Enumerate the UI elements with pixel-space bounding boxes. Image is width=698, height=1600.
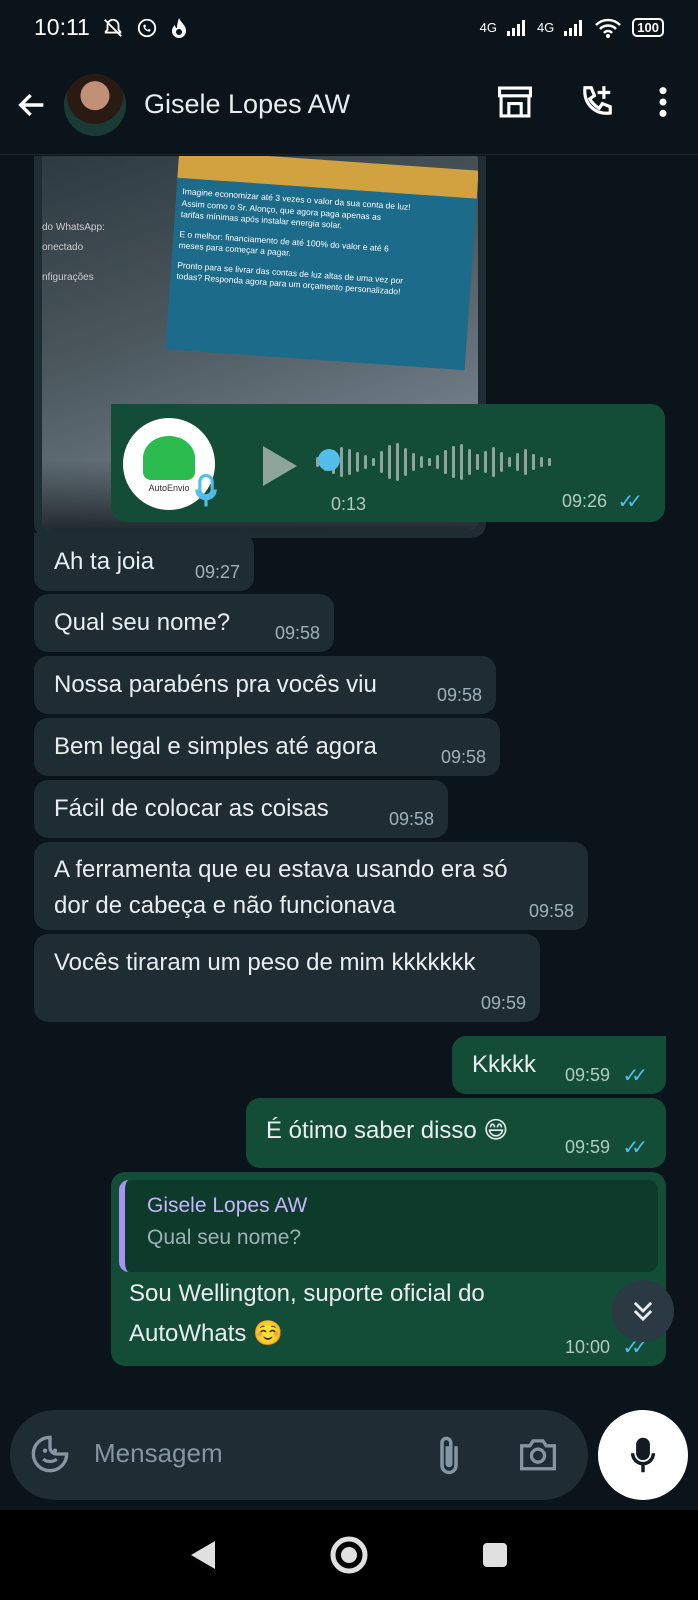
play-icon [263, 446, 297, 486]
message-text: Bem legal e simples até agora [54, 733, 377, 760]
incoming-message[interactable]: Ah ta joia 09:27 [34, 533, 254, 591]
outgoing-message[interactable]: É ótimo saber disso 😄 09:59 ✓✓ [246, 1098, 666, 1168]
side-text-3: nfigurações [42, 272, 94, 283]
signal-icon [506, 19, 525, 36]
microphone-icon [195, 474, 217, 507]
battery-indicator: 100 [632, 18, 664, 37]
microphone-icon [630, 1437, 656, 1473]
network-label-2: 4G [536, 20, 555, 35]
message-time: 09:59 [564, 1065, 610, 1085]
message-time: 09:27 [194, 562, 240, 582]
reply-message[interactable]: Gisele Lopes AW Qual seu nome? Sou Welli… [111, 1172, 666, 1366]
message-input[interactable]: Mensagem [94, 1438, 223, 1469]
message-time: 09:58 [436, 685, 482, 705]
message-text: Kkkkk [472, 1051, 537, 1078]
message-input-bar[interactable]: Mensagem [10, 1410, 588, 1500]
message-text: É ótimo saber disso 😄 [266, 1117, 509, 1144]
chat-header: Gisele Lopes AW [0, 55, 698, 155]
message-text: Qual seu nome? [54, 609, 231, 636]
nav-recents-icon[interactable] [481, 1541, 509, 1569]
signal-icon-2 [564, 19, 583, 36]
status-time: 10:11 [34, 14, 90, 40]
quoted-sender: Gisele Lopes AW [147, 1194, 308, 1217]
incoming-message[interactable]: Qual seu nome? 09:58 [34, 594, 334, 652]
play-button[interactable] [259, 444, 299, 495]
message-text: Vocês tiraram um peso de mim kkkkkkk [54, 949, 476, 976]
nav-home-icon[interactable] [329, 1535, 369, 1575]
message-line-2: dor de cabeça e não funcionava [54, 892, 396, 919]
audio-avatar-label: AutoEnvio [148, 482, 190, 493]
voice-record-button[interactable] [598, 1410, 688, 1500]
incoming-message[interactable]: Nossa parabéns pra vocês viu 09:58 [34, 656, 496, 714]
catalog-button[interactable] [496, 85, 534, 124]
side-text-1: do WhatsApp: [42, 222, 105, 233]
system-navigation-bar [0, 1510, 698, 1600]
fire-icon [171, 17, 186, 38]
network-label-1: 4G [479, 20, 497, 35]
back-button[interactable] [0, 88, 64, 122]
attach-icon[interactable] [434, 1434, 464, 1476]
incoming-message[interactable]: Bem legal e simples até agora 09:58 [34, 718, 500, 776]
message-text: A ferramenta que eu estava usando era só… [54, 852, 508, 924]
more-vertical-icon [659, 87, 667, 117]
message-text: Fácil de colocar as coisas [54, 795, 329, 822]
incoming-message[interactable]: A ferramenta que eu estava usando era só… [34, 842, 588, 930]
contact-name[interactable]: Gisele Lopes AW [144, 89, 496, 120]
incoming-message[interactable]: Fácil de colocar as coisas 09:58 [34, 780, 448, 838]
incoming-message[interactable]: Vocês tiraram um peso de mim kkkkkkk 09:… [34, 934, 540, 1022]
arrow-left-icon [18, 93, 44, 116]
message-time: 09:26 [561, 491, 607, 511]
message-time: 09:58 [388, 809, 434, 829]
camera-icon[interactable] [518, 1436, 558, 1472]
message-time: 10:00 [564, 1337, 610, 1357]
audio-duration: 0:13 [331, 494, 367, 514]
read-ticks-icon: ✓✓ [622, 1137, 647, 1159]
message-line-2: AutoWhats ☺️ [129, 1320, 283, 1347]
muted-bell-icon [103, 18, 122, 37]
menu-button[interactable] [658, 85, 668, 124]
whatsapp-icon [137, 18, 157, 37]
audio-progress-handle[interactable] [318, 449, 340, 471]
status-bar: 10:11 4G 4G 100 [0, 0, 698, 55]
read-ticks-icon: ✓✓ [617, 491, 642, 513]
quoted-text: Qual seu nome? [147, 1226, 302, 1249]
message-time: 09:59 [564, 1137, 610, 1157]
contact-avatar[interactable] [64, 73, 126, 136]
outgoing-message[interactable]: Kkkkk 09:59 ✓✓ [452, 1036, 666, 1094]
audio-waveform[interactable] [316, 437, 551, 487]
image-screen: Imagine economizar até 3 vezes o valor d… [165, 156, 478, 371]
sticker-icon[interactable] [30, 1434, 70, 1474]
nav-back-icon[interactable] [189, 1539, 217, 1571]
scroll-to-bottom-button[interactable] [612, 1280, 674, 1342]
read-ticks-icon: ✓✓ [622, 1065, 647, 1087]
message-time: 09:59 [480, 993, 526, 1013]
storefront-icon [498, 86, 532, 118]
wifi-icon [595, 18, 622, 38]
message-time: 09:58 [528, 901, 574, 921]
message-text: Nossa parabéns pra vocês viu [54, 671, 377, 698]
call-button[interactable] [576, 83, 616, 126]
audio-message[interactable]: AutoEnvio 0:13 09:26 ✓✓ [111, 404, 665, 522]
phone-plus-icon [583, 86, 612, 115]
message-time: 09:58 [274, 623, 320, 643]
message-time: 09:58 [440, 747, 486, 767]
message-text: Sou Wellington, suporte oficial do AutoW… [129, 1274, 485, 1354]
chat-area[interactable]: do WhatsApp: onectado nfigurações Imagin… [0, 156, 698, 1396]
side-text-2: onectado [42, 242, 84, 253]
quoted-message[interactable]: Gisele Lopes AW Qual seu nome? [119, 1180, 658, 1272]
double-chevron-down-icon [633, 1301, 653, 1322]
message-text: Ah ta joia [54, 548, 155, 575]
message-line-1: Sou Wellington, suporte oficial do [129, 1280, 485, 1307]
message-line-1: A ferramenta que eu estava usando era só [54, 856, 508, 883]
